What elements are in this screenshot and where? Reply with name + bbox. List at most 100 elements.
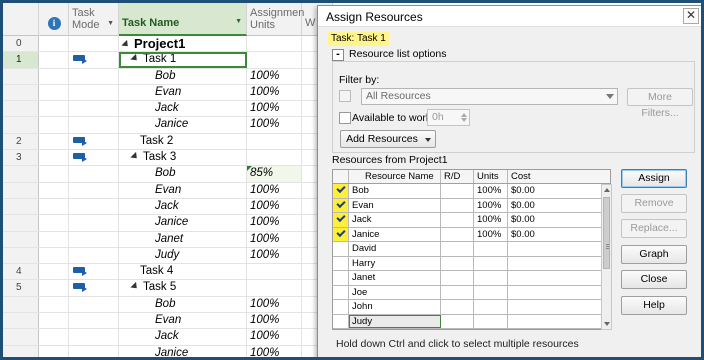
row-id[interactable]: 1 — [3, 52, 39, 68]
task-name-cell[interactable]: Judy — [119, 247, 247, 264]
row-id[interactable] — [3, 198, 39, 215]
assignment-units-cell[interactable]: 100% — [247, 68, 302, 84]
cost-cell[interactable] — [508, 242, 610, 256]
task-name-cell[interactable]: Task 5 — [119, 280, 247, 296]
cost-cell[interactable]: $0.00 — [508, 184, 610, 198]
row-id[interactable] — [3, 247, 39, 264]
task-name-cell[interactable]: Evan — [119, 84, 247, 101]
task-row[interactable]: Janice 100% — [3, 215, 333, 232]
units-column-header[interactable]: Units — [474, 170, 508, 183]
graph-button[interactable]: Graph — [621, 245, 687, 264]
resource-row[interactable]: Harry — [333, 256, 610, 271]
assignment-units-cell[interactable] — [247, 36, 302, 52]
task-name-cell[interactable]: Jack — [119, 198, 247, 215]
task-mode-cell[interactable] — [69, 117, 119, 133]
rd-cell[interactable] — [441, 256, 474, 270]
task-row[interactable]: Janet 100% — [3, 231, 333, 248]
resource-name-cell[interactable]: Bob — [349, 184, 441, 198]
resource-name-cell[interactable]: Jack — [349, 213, 441, 227]
assigned-cell[interactable] — [333, 227, 349, 241]
row-id[interactable] — [3, 345, 39, 357]
row-id[interactable]: 2 — [3, 133, 39, 150]
rd-cell[interactable] — [441, 242, 474, 256]
task-mode-cell[interactable] — [69, 84, 119, 101]
task-name-cell[interactable]: Bob — [119, 296, 247, 313]
resource-name-cell[interactable]: Janice — [349, 227, 441, 241]
close-button[interactable]: Close — [621, 270, 687, 289]
task-row[interactable]: 5 Task 5 — [3, 280, 333, 297]
task-mode-cell[interactable] — [69, 313, 119, 329]
assignment-units-column-header[interactable]: Assignmen Units — [247, 3, 304, 36]
task-row[interactable]: 4 Task 4 — [3, 264, 333, 281]
units-cell[interactable] — [474, 300, 508, 314]
rd-cell[interactable] — [441, 213, 474, 227]
resource-name-cell[interactable]: John — [349, 300, 441, 314]
add-resources-button[interactable]: Add Resources — [340, 130, 436, 148]
resource-row[interactable]: Evan 100% $0.00 — [333, 198, 610, 213]
task-row[interactable]: Evan 100% — [3, 313, 333, 330]
row-id[interactable] — [3, 329, 39, 345]
filter-select[interactable]: All Resources — [361, 88, 618, 105]
cost-cell[interactable] — [508, 286, 610, 300]
available-hours-spinner[interactable]: 0h — [427, 109, 470, 126]
spin-up-icon[interactable] — [461, 113, 467, 117]
assigned-cell[interactable] — [333, 198, 349, 212]
assignment-units-cell[interactable]: 100% — [247, 296, 302, 313]
row-id[interactable] — [3, 117, 39, 133]
task-mode-cell[interactable] — [69, 215, 119, 231]
units-cell[interactable] — [474, 314, 508, 328]
task-name-cell[interactable]: Janice — [119, 215, 247, 231]
row-id[interactable] — [3, 231, 39, 247]
collapse-icon[interactable] — [121, 39, 131, 50]
cost-cell[interactable]: $0.00 — [508, 228, 610, 242]
task-row[interactable]: Jack 100% — [3, 101, 333, 118]
scroll-down-icon[interactable] — [604, 322, 610, 326]
resources-scrollbar[interactable] — [601, 184, 612, 330]
rd-cell[interactable] — [441, 198, 474, 212]
task-row[interactable]: Jack 100% — [3, 329, 333, 346]
collapse-icon[interactable] — [130, 282, 140, 292]
task-name-cell[interactable]: Task 4 — [119, 264, 247, 280]
chevron-down-icon[interactable]: ▼ — [107, 18, 114, 30]
resource-row[interactable]: Jack 100% $0.00 — [333, 213, 610, 228]
task-name-cell[interactable]: Janice — [119, 117, 247, 133]
task-mode-cell[interactable] — [69, 182, 119, 198]
resource-name-cell[interactable]: Janet — [349, 271, 441, 285]
units-cell[interactable]: 100% — [474, 198, 508, 212]
row-id[interactable] — [3, 215, 39, 231]
collapse-icon[interactable] — [130, 54, 140, 64]
assigned-cell[interactable] — [333, 271, 349, 285]
row-id[interactable] — [3, 84, 39, 101]
resource-cell[interactable] — [474, 329, 508, 330]
resource-row[interactable]: Janice 100% $0.00 — [333, 227, 610, 242]
task-row[interactable]: 1 Task 1 — [3, 52, 333, 69]
resource-row[interactable]: David — [333, 242, 610, 257]
task-row[interactable]: 0 Project1 — [3, 36, 333, 53]
row-id[interactable] — [3, 166, 39, 182]
resource-row[interactable] — [333, 329, 610, 330]
assignment-units-cell[interactable]: 100% — [247, 329, 302, 345]
task-mode-cell[interactable] — [69, 264, 119, 280]
units-cell[interactable] — [474, 256, 508, 270]
task-row[interactable]: Janice 100% — [3, 345, 333, 357]
row-id[interactable] — [3, 296, 39, 313]
assignment-units-cell[interactable] — [247, 52, 302, 68]
task-name-cell[interactable]: Task 3 — [119, 150, 247, 166]
more-filters-button[interactable]: More Filters... — [627, 88, 693, 119]
resource-row[interactable]: Bob 100% $0.00 — [333, 184, 610, 199]
indicators-column-header[interactable]: i — [39, 3, 69, 36]
assignment-units-cell[interactable]: 100% — [247, 117, 302, 133]
task-row[interactable]: Evan 100% — [3, 84, 333, 102]
task-mode-cell[interactable] — [69, 68, 119, 84]
task-mode-cell[interactable] — [69, 247, 119, 264]
task-row[interactable]: 2 Task 2 — [3, 133, 333, 151]
assigned-cell[interactable] — [333, 256, 349, 270]
assignment-units-cell[interactable] — [247, 150, 302, 166]
task-mode-cell[interactable] — [69, 101, 119, 117]
scroll-thumb[interactable] — [603, 197, 610, 269]
cost-column-header[interactable]: Cost — [508, 170, 610, 183]
row-id[interactable]: 5 — [3, 280, 39, 296]
task-name-column-header[interactable]: Task Name ▼ — [119, 3, 247, 36]
assigned-cell[interactable] — [333, 242, 349, 256]
task-mode-cell[interactable] — [69, 329, 119, 345]
